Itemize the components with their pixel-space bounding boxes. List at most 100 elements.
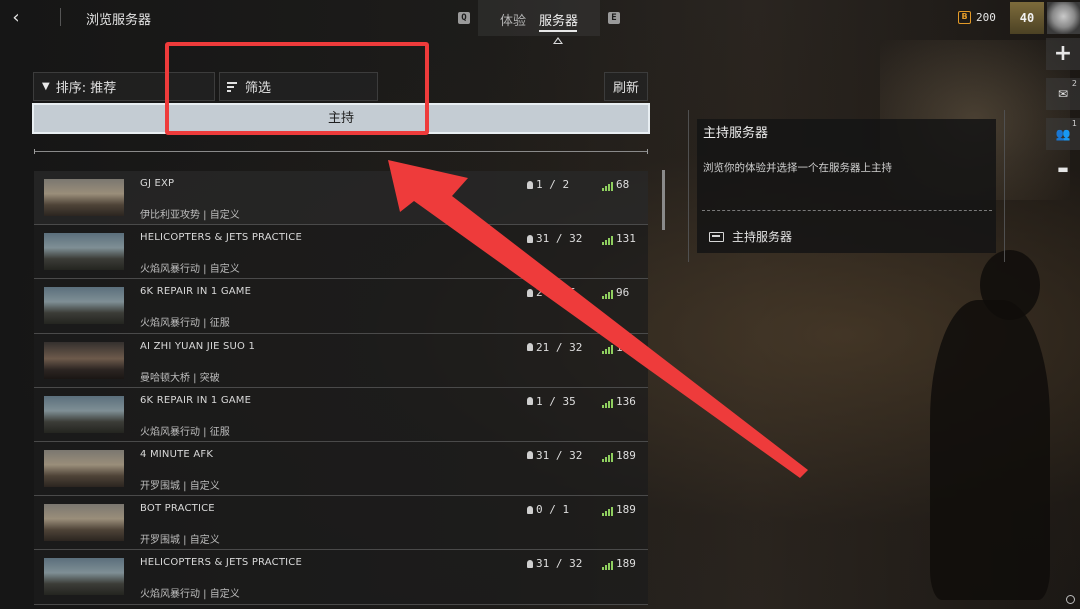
map-thumbnail [44, 341, 124, 379]
add-button[interactable]: + [1046, 38, 1080, 70]
currency-icon: B [958, 11, 971, 24]
signal-icon [602, 290, 613, 300]
key-hint-q: Q [458, 12, 470, 24]
player-icon [527, 559, 533, 568]
ping-value: 189 [616, 557, 636, 571]
refresh-button[interactable]: 刷新 [604, 72, 648, 101]
player-count-value: 21 / 32 [536, 340, 583, 354]
active-tab-indicator [539, 30, 577, 32]
host-panel-description: 浏览你的体验并选择一个在服务器上主持 [703, 162, 892, 174]
list-scrollbar[interactable] [662, 170, 665, 230]
player-count: 1 / 2 [527, 178, 569, 191]
chat-button[interactable]: ▬ [1046, 153, 1080, 185]
ping: 131 [602, 232, 636, 246]
background-figure [930, 300, 1050, 600]
filter-button[interactable]: 筛选 [219, 72, 378, 101]
map-thumbnail [44, 179, 124, 216]
server-details: 开罗围城 | 自定义 [140, 480, 220, 492]
sort-label: 排序: 推荐 [55, 81, 117, 96]
server-mode: 突破 [199, 372, 220, 384]
map-thumbnail [44, 233, 124, 271]
host-button[interactable]: 主持 [32, 103, 650, 134]
server-row[interactable]: BOT PRACTICE 开罗围城 | 自定义 0 / 1 189 [34, 496, 648, 551]
friends-button[interactable]: 👥 1 [1046, 118, 1080, 150]
map-thumbnail [44, 287, 124, 325]
tab-experiences[interactable]: 体验 [500, 10, 526, 29]
player-count-value: 1 / 2 [536, 178, 570, 191]
player-count: 2 / 35 [527, 286, 576, 299]
server-details: 曼哈顿大桥 | 突破 [140, 372, 220, 384]
ping-value: 131 [616, 232, 636, 246]
server-row[interactable]: AI ZHI YUAN JIE SUO 1 曼哈顿大桥 | 突破 21 / 32… [34, 333, 648, 388]
player-count-value: 2 / 35 [536, 286, 576, 300]
map-thumbnail [44, 395, 124, 433]
player-icon [527, 234, 533, 243]
player-icon [527, 288, 533, 297]
server-details: 火焰风暴行动 | 征服 [140, 318, 230, 330]
server-map: 火焰风暴行动 [140, 589, 200, 601]
server-row[interactable]: 4 MINUTE AFK 开罗围城 | 自定义 31 / 32 189 [34, 441, 648, 497]
player-icon [527, 505, 533, 514]
ping: 189 [602, 449, 636, 462]
server-row[interactable]: GJ EXP 伊比利亚攻势 | 自定义 1 / 2 68 [34, 171, 648, 226]
friends-count: 1 [1071, 119, 1077, 128]
server-map: 开罗围城 [140, 480, 180, 492]
server-name: 6K REPAIR IN 1 GAME [140, 286, 252, 298]
server-mode: 自定义 [209, 210, 240, 221]
back-button[interactable]: ‹ [6, 8, 26, 28]
host-server-panel: 主持服务器 浏览你的体验并选择一个在服务器上主持 主持服务器 [697, 119, 996, 253]
signal-icon [602, 182, 613, 191]
ping: 189 [602, 503, 636, 517]
filter-icon [227, 81, 237, 92]
avatar[interactable] [1047, 2, 1080, 34]
tab-servers[interactable]: 服务器 [539, 10, 578, 29]
signal-icon [602, 452, 613, 462]
settings-corner-icon[interactable] [1066, 595, 1075, 604]
player-count: 31 / 32 [527, 449, 582, 462]
mail-button[interactable]: ✉ 2 [1046, 78, 1080, 110]
server-name: BOT PRACTICE [140, 503, 215, 515]
server-details: 火焰风暴行动 | 自定义 [140, 589, 240, 601]
signal-icon [602, 236, 613, 246]
player-count: 31 / 32 [527, 232, 582, 245]
filter-label: 筛选 [245, 81, 272, 96]
server-mode: 征服 [209, 426, 230, 438]
ping: 68 [602, 178, 629, 191]
server-details: 火焰风暴行动 | 征服 [140, 426, 230, 438]
player-icon [527, 343, 533, 352]
server-map: 开罗围城 [140, 535, 180, 547]
map-thumbnail [44, 449, 124, 487]
server-row[interactable]: 6K REPAIR IN 1 GAME 火焰风暴行动 | 征服 2 / 35 9… [34, 279, 648, 334]
server-map: 曼哈顿大桥 [140, 372, 190, 384]
signal-icon [602, 344, 613, 354]
rank-badge[interactable]: 40 [1010, 2, 1044, 34]
server-name: 4 MINUTE AFK [140, 448, 214, 460]
ping-value: 131 [616, 340, 636, 354]
list-divider [34, 149, 648, 154]
friends-icon: 👥 [1055, 127, 1071, 141]
ping: 136 [602, 395, 636, 408]
server-name: HELICOPTERS & JETS PRACTICE [140, 232, 303, 244]
signal-icon [602, 561, 613, 571]
server-map: 火焰风暴行动 [140, 318, 200, 330]
host-server-button[interactable]: 主持服务器 [709, 228, 792, 245]
player-icon [527, 180, 533, 189]
player-count-value: 31 / 32 [536, 448, 583, 462]
server-list: GJ EXP 伊比利亚攻势 | 自定义 1 / 2 68 HELICOPTERS… [34, 171, 648, 609]
server-row[interactable]: 6K REPAIR IN 1 GAME 火焰风暴行动 | 征服 1 / 35 1… [34, 387, 648, 442]
ping-value: 96 [616, 286, 630, 300]
signal-icon [602, 398, 613, 408]
map-thumbnail [44, 504, 124, 542]
server-details: 伊比利亚攻势 | 自定义 [140, 210, 240, 221]
sort-dropdown[interactable]: ▼ 排序: 推荐 [33, 72, 215, 101]
server-map: 火焰风暴行动 [140, 426, 200, 438]
top-bar: ‹ 浏览服务器 Q 体验 服务器 E B 200 40 [0, 0, 1080, 36]
player-count-value: 31 / 32 [536, 557, 583, 571]
server-row[interactable]: HELICOPTERS & JETS PRACTICE 火焰风暴行动 | 自定义… [34, 225, 648, 280]
player-icon [527, 397, 533, 406]
server-mode: 征服 [209, 318, 230, 330]
server-row[interactable]: HELICOPTERS & JETS PRACTICE 火焰风暴行动 | 自定义… [34, 550, 648, 605]
server-name: HELICOPTERS & JETS PRACTICE [140, 557, 303, 569]
ping-value: 189 [616, 448, 636, 462]
tab-bar: 体验 服务器 [478, 0, 600, 36]
